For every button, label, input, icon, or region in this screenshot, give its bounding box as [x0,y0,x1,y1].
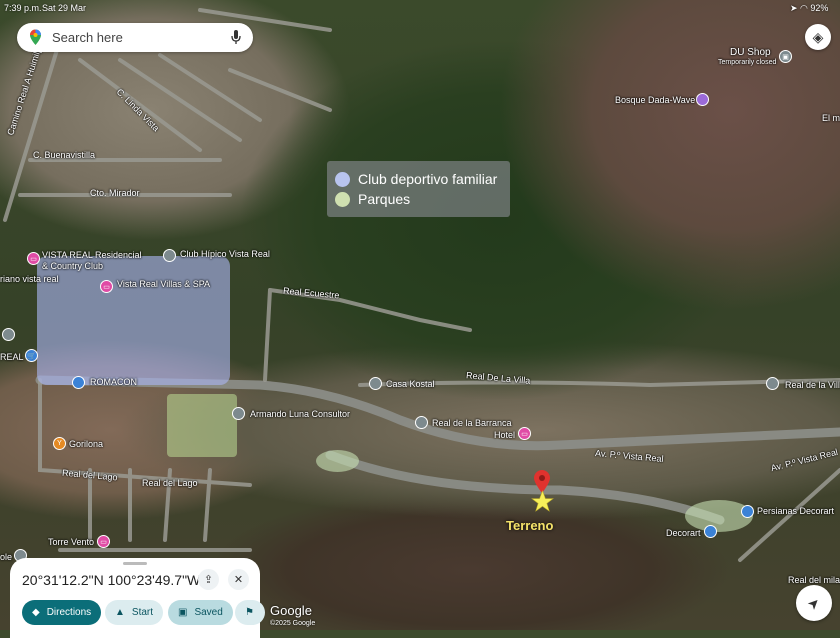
status-time: 7:39 p.m. [4,3,42,13]
place-barranca[interactable]: Real de la Barranca [432,418,512,428]
place-icon[interactable] [369,377,382,390]
place-torre-vento[interactable]: Torre Vento [48,537,94,547]
search-input[interactable]: Search here [52,30,231,45]
search-bar[interactable]: Search here [17,23,253,52]
navigation-arrow-icon: ➤ [803,592,824,613]
directions-label: Directions [46,607,92,618]
legend-item: Club deportivo familiar [335,169,502,189]
google-logo: Google [270,603,312,618]
place-icon[interactable] [766,377,779,390]
place-bosque[interactable]: Bosque Dada-Wave [615,95,695,105]
map-legend: Club deportivo familiar Parques [327,161,510,217]
saved-button[interactable]: ▣ Saved [168,600,233,625]
pin-label: Terreno [506,518,554,533]
start-button[interactable]: ▲ Start [105,600,164,625]
place-icon[interactable] [415,416,428,429]
satellite-map[interactable]: 7:39 p.m. Sat 29 Mar ➤ ◠ 92% Camino Real… [0,0,840,630]
battery-level: 92% [810,3,829,13]
hotel-icon[interactable]: ▭ [27,252,40,265]
street-label: Real del Lago [142,478,198,488]
street-label: El mi [822,113,840,123]
street-label: Real de la Villa [785,380,840,390]
legend-label: Parques [358,191,411,207]
street-label: ole [0,552,13,562]
copyright: ©2025 Google [270,620,316,627]
legend-swatch [335,191,350,207]
place-label: & Country Club [42,261,104,271]
place-hotel[interactable]: Hotel [494,430,515,440]
layers-icon: ◈ [812,28,824,45]
directions-icon: ◆ [32,607,40,618]
place-decorart[interactable]: Decorart [666,528,701,538]
drag-handle[interactable] [123,562,147,565]
place-gorilona[interactable]: Gorilona [69,439,103,449]
legend-label: Club deportivo familiar [358,171,498,187]
place-du-shop[interactable]: DU Shop [730,47,771,58]
bookmark-icon: ▣ [178,607,188,618]
place-vista-real[interactable]: VISTA REAL Residencial [42,250,142,260]
legend-item: Parques [335,189,502,209]
place-icon[interactable] [232,407,245,420]
legend-swatch [335,171,350,187]
street-label: riano vista real [0,274,59,284]
share-icon: ⇪ [203,574,214,586]
flag-icon: ⚑ [245,607,254,618]
share-button[interactable]: ⇪ [198,569,219,590]
lock-icon[interactable]: ▣ [779,50,792,63]
place-icon[interactable] [704,525,717,538]
status-date: Sat 29 Mar [42,3,87,13]
navigation-icon: ▲ [115,607,125,618]
parque-zone[interactable] [316,450,359,472]
club-deportivo-zone[interactable] [37,256,230,385]
place-icon[interactable] [163,249,176,262]
location-sheet[interactable]: 20°31'12.2"N 100°23'49.7"W ⇪ ✕ ◆ Directio… [10,558,265,638]
place-club-hipico[interactable]: Club Hípico Vista Real [180,249,270,259]
street-label: Real del milagro [788,575,840,585]
google-maps-logo-icon [30,29,41,45]
microphone-icon[interactable] [231,30,241,45]
place-icon[interactable] [741,505,754,518]
shopping-cart-icon[interactable]: 🛒 [25,349,38,362]
hotel-icon[interactable]: ▭ [100,280,113,293]
my-location-button[interactable]: ➤ [796,585,832,621]
place-icon[interactable] [72,376,85,389]
star-icon [531,490,554,512]
place-persianas[interactable]: Persianas Decorart [757,506,834,516]
street-label: C. Buenavistilla [33,150,96,160]
place-icon[interactable] [696,93,709,106]
flag-button[interactable]: ⚑ [235,600,265,625]
layers-button[interactable]: ◈ [805,24,831,50]
street-label: REAL [0,352,24,362]
street-label: Cto. Mirador [90,188,140,198]
saved-label: Saved [194,607,223,618]
place-armando[interactable]: Armando Luna Consultor [250,409,350,419]
place-status: Temporarily closed [718,59,777,66]
close-button[interactable]: ✕ [228,569,249,590]
status-icons: ➤ ◠ 92% [790,3,829,13]
parque-zone[interactable] [167,394,237,457]
coordinates: 20°31'12.2"N 100°23'49.7"W [22,572,201,588]
start-label: Start [131,607,154,618]
place-icon[interactable] [2,328,15,341]
place-casa-kostal[interactable]: Casa Kostal [386,379,435,389]
close-icon: ✕ [233,574,244,586]
place-villas-spa[interactable]: Vista Real Villas & SPA [117,279,210,289]
hotel-icon[interactable]: ▭ [518,427,531,440]
bar-icon[interactable]: Y [53,437,66,450]
hotel-icon[interactable]: ▭ [97,535,110,548]
directions-button[interactable]: ◆ Directions [22,600,102,625]
place-romacon[interactable]: ROMACON [90,377,137,387]
